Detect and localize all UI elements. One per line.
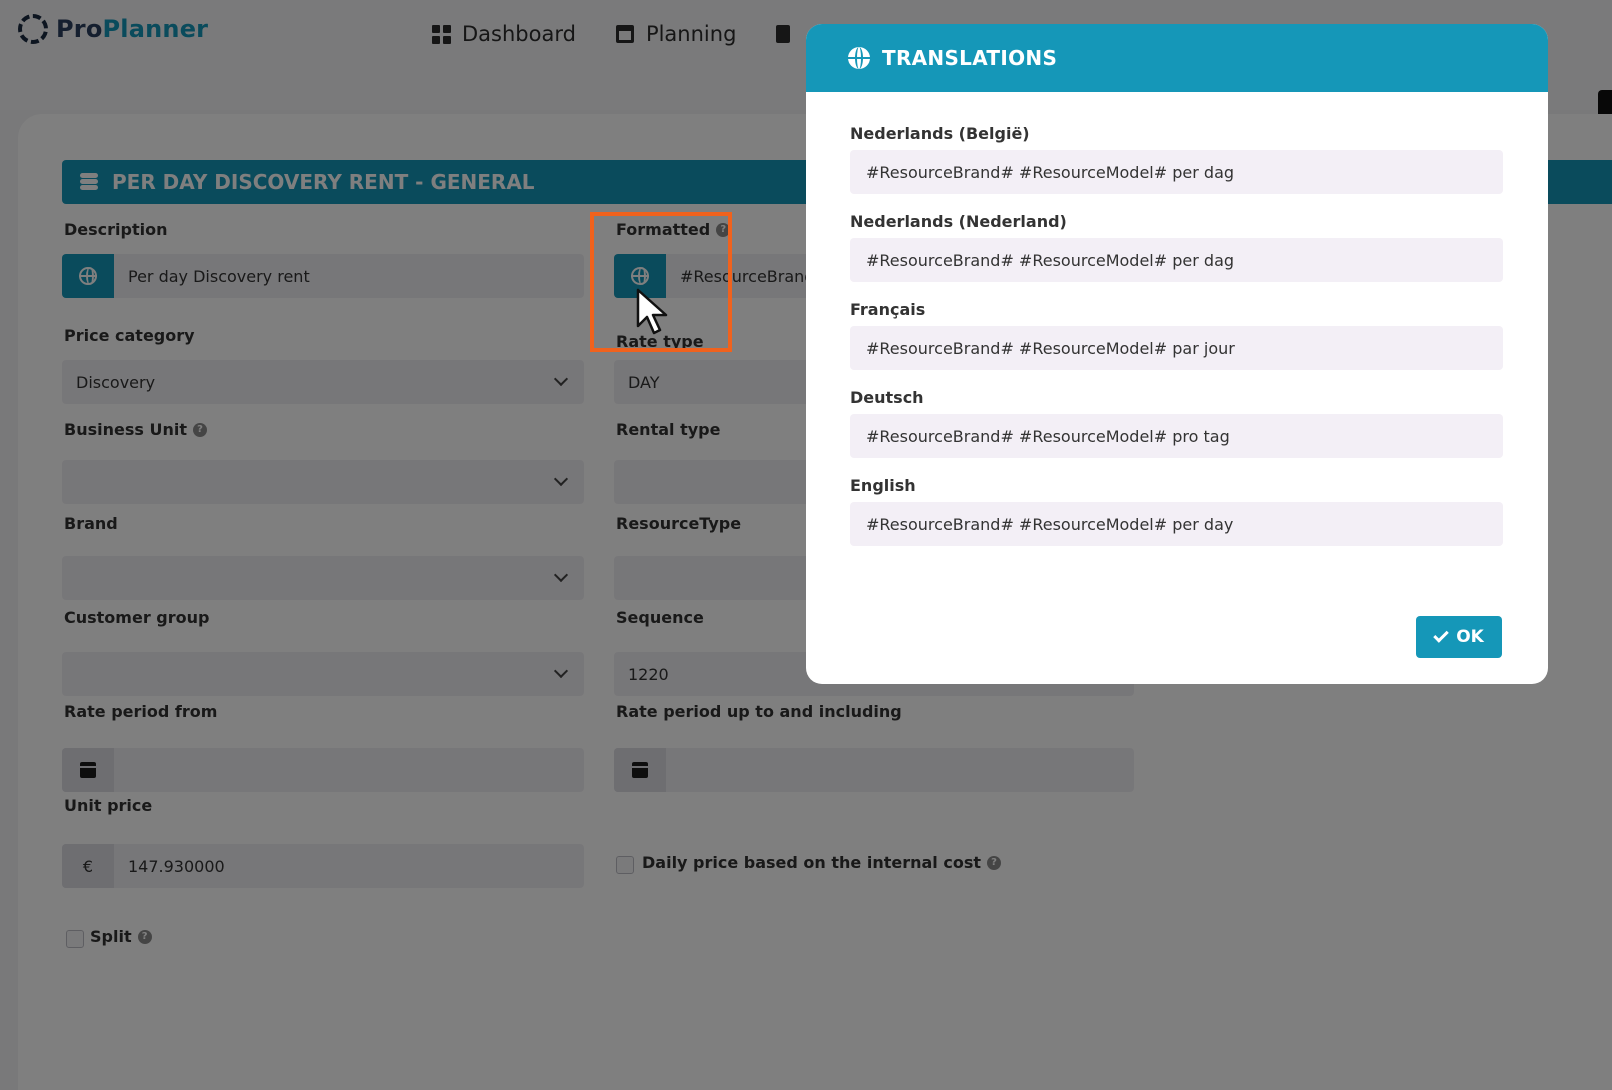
translation-input-nl-nl[interactable]: #ResourceBrand# #ResourceModel# per dag — [850, 238, 1503, 282]
translation-label-fr: Français — [850, 300, 926, 319]
translation-input-en[interactable]: #ResourceBrand# #ResourceModel# per day — [850, 502, 1503, 546]
ok-button[interactable]: OK — [1416, 616, 1502, 658]
mouse-cursor-icon — [636, 288, 668, 335]
translation-label-nl-nl: Nederlands (Nederland) — [850, 212, 1067, 231]
check-icon — [1433, 627, 1449, 643]
translations-modal: TRANSLATIONS Nederlands (België) #Resour… — [806, 24, 1548, 684]
modal-header: TRANSLATIONS — [806, 24, 1548, 92]
translation-label-en: English — [850, 476, 916, 495]
translation-label-nl-be: Nederlands (België) — [850, 124, 1030, 143]
translation-input-de[interactable]: #ResourceBrand# #ResourceModel# pro tag — [850, 414, 1503, 458]
translation-input-fr[interactable]: #ResourceBrand# #ResourceModel# par jour — [850, 326, 1503, 370]
modal-title: TRANSLATIONS — [882, 46, 1058, 70]
ok-button-label: OK — [1456, 627, 1484, 647]
globe-icon — [848, 47, 870, 69]
translation-label-de: Deutsch — [850, 388, 924, 407]
translation-input-nl-be[interactable]: #ResourceBrand# #ResourceModel# per dag — [850, 150, 1503, 194]
